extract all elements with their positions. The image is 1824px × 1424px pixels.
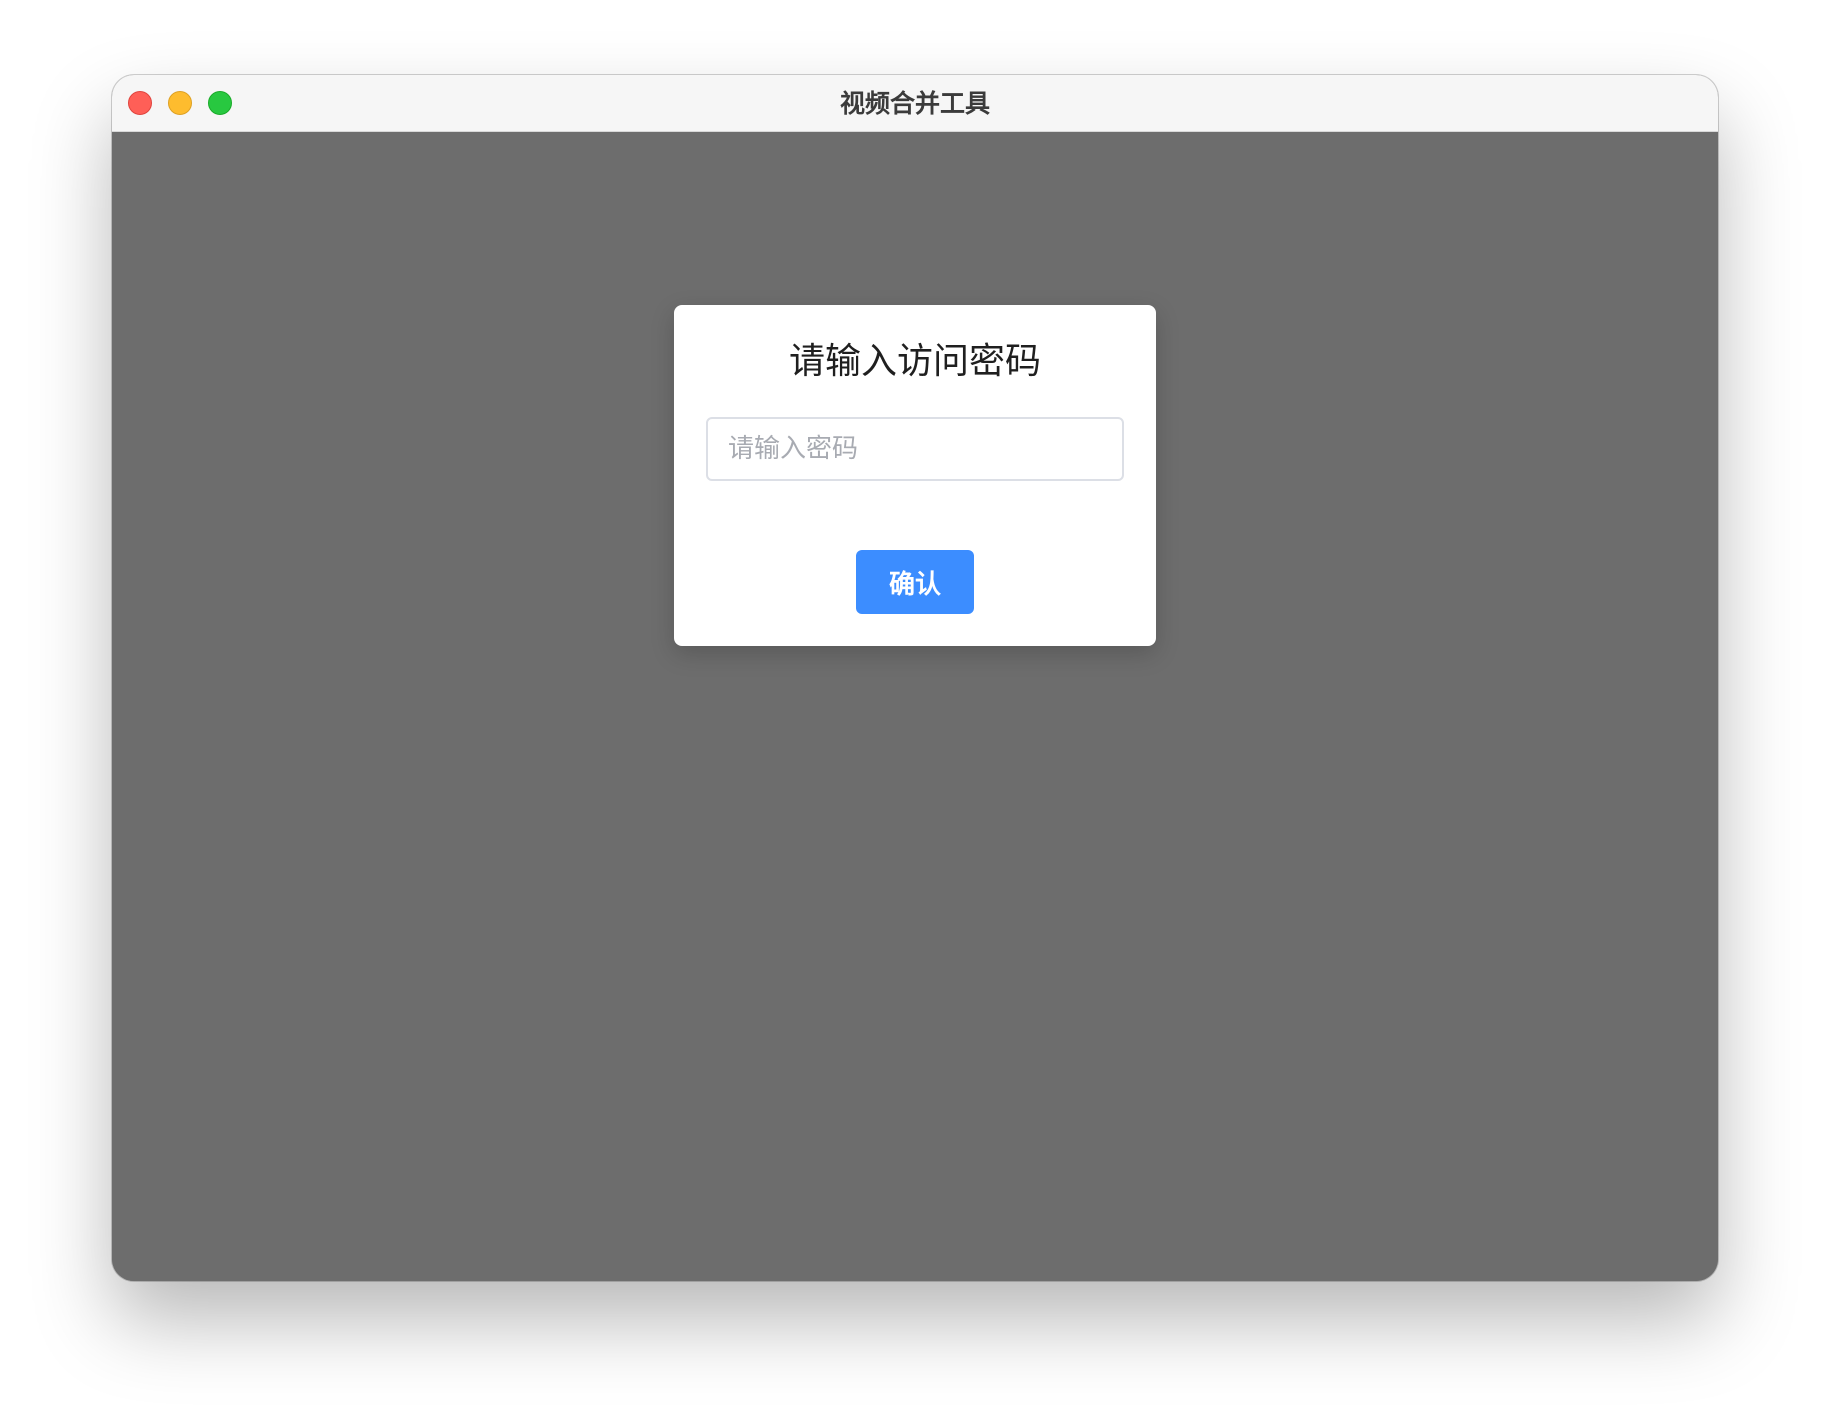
modal-overlay: 请输入访问密码 确认	[112, 132, 1718, 1281]
password-dialog: 请输入访问密码 确认	[674, 305, 1156, 646]
confirm-button[interactable]: 确认	[856, 550, 974, 614]
password-input[interactable]	[706, 417, 1124, 481]
title-bar: 视频合并工具	[112, 75, 1718, 132]
app-window: 视频合并工具 请输入访问密码 确认	[112, 75, 1718, 1281]
window-title: 视频合并工具	[839, 89, 990, 118]
dialog-title: 请输入访问密码	[788, 341, 1041, 382]
